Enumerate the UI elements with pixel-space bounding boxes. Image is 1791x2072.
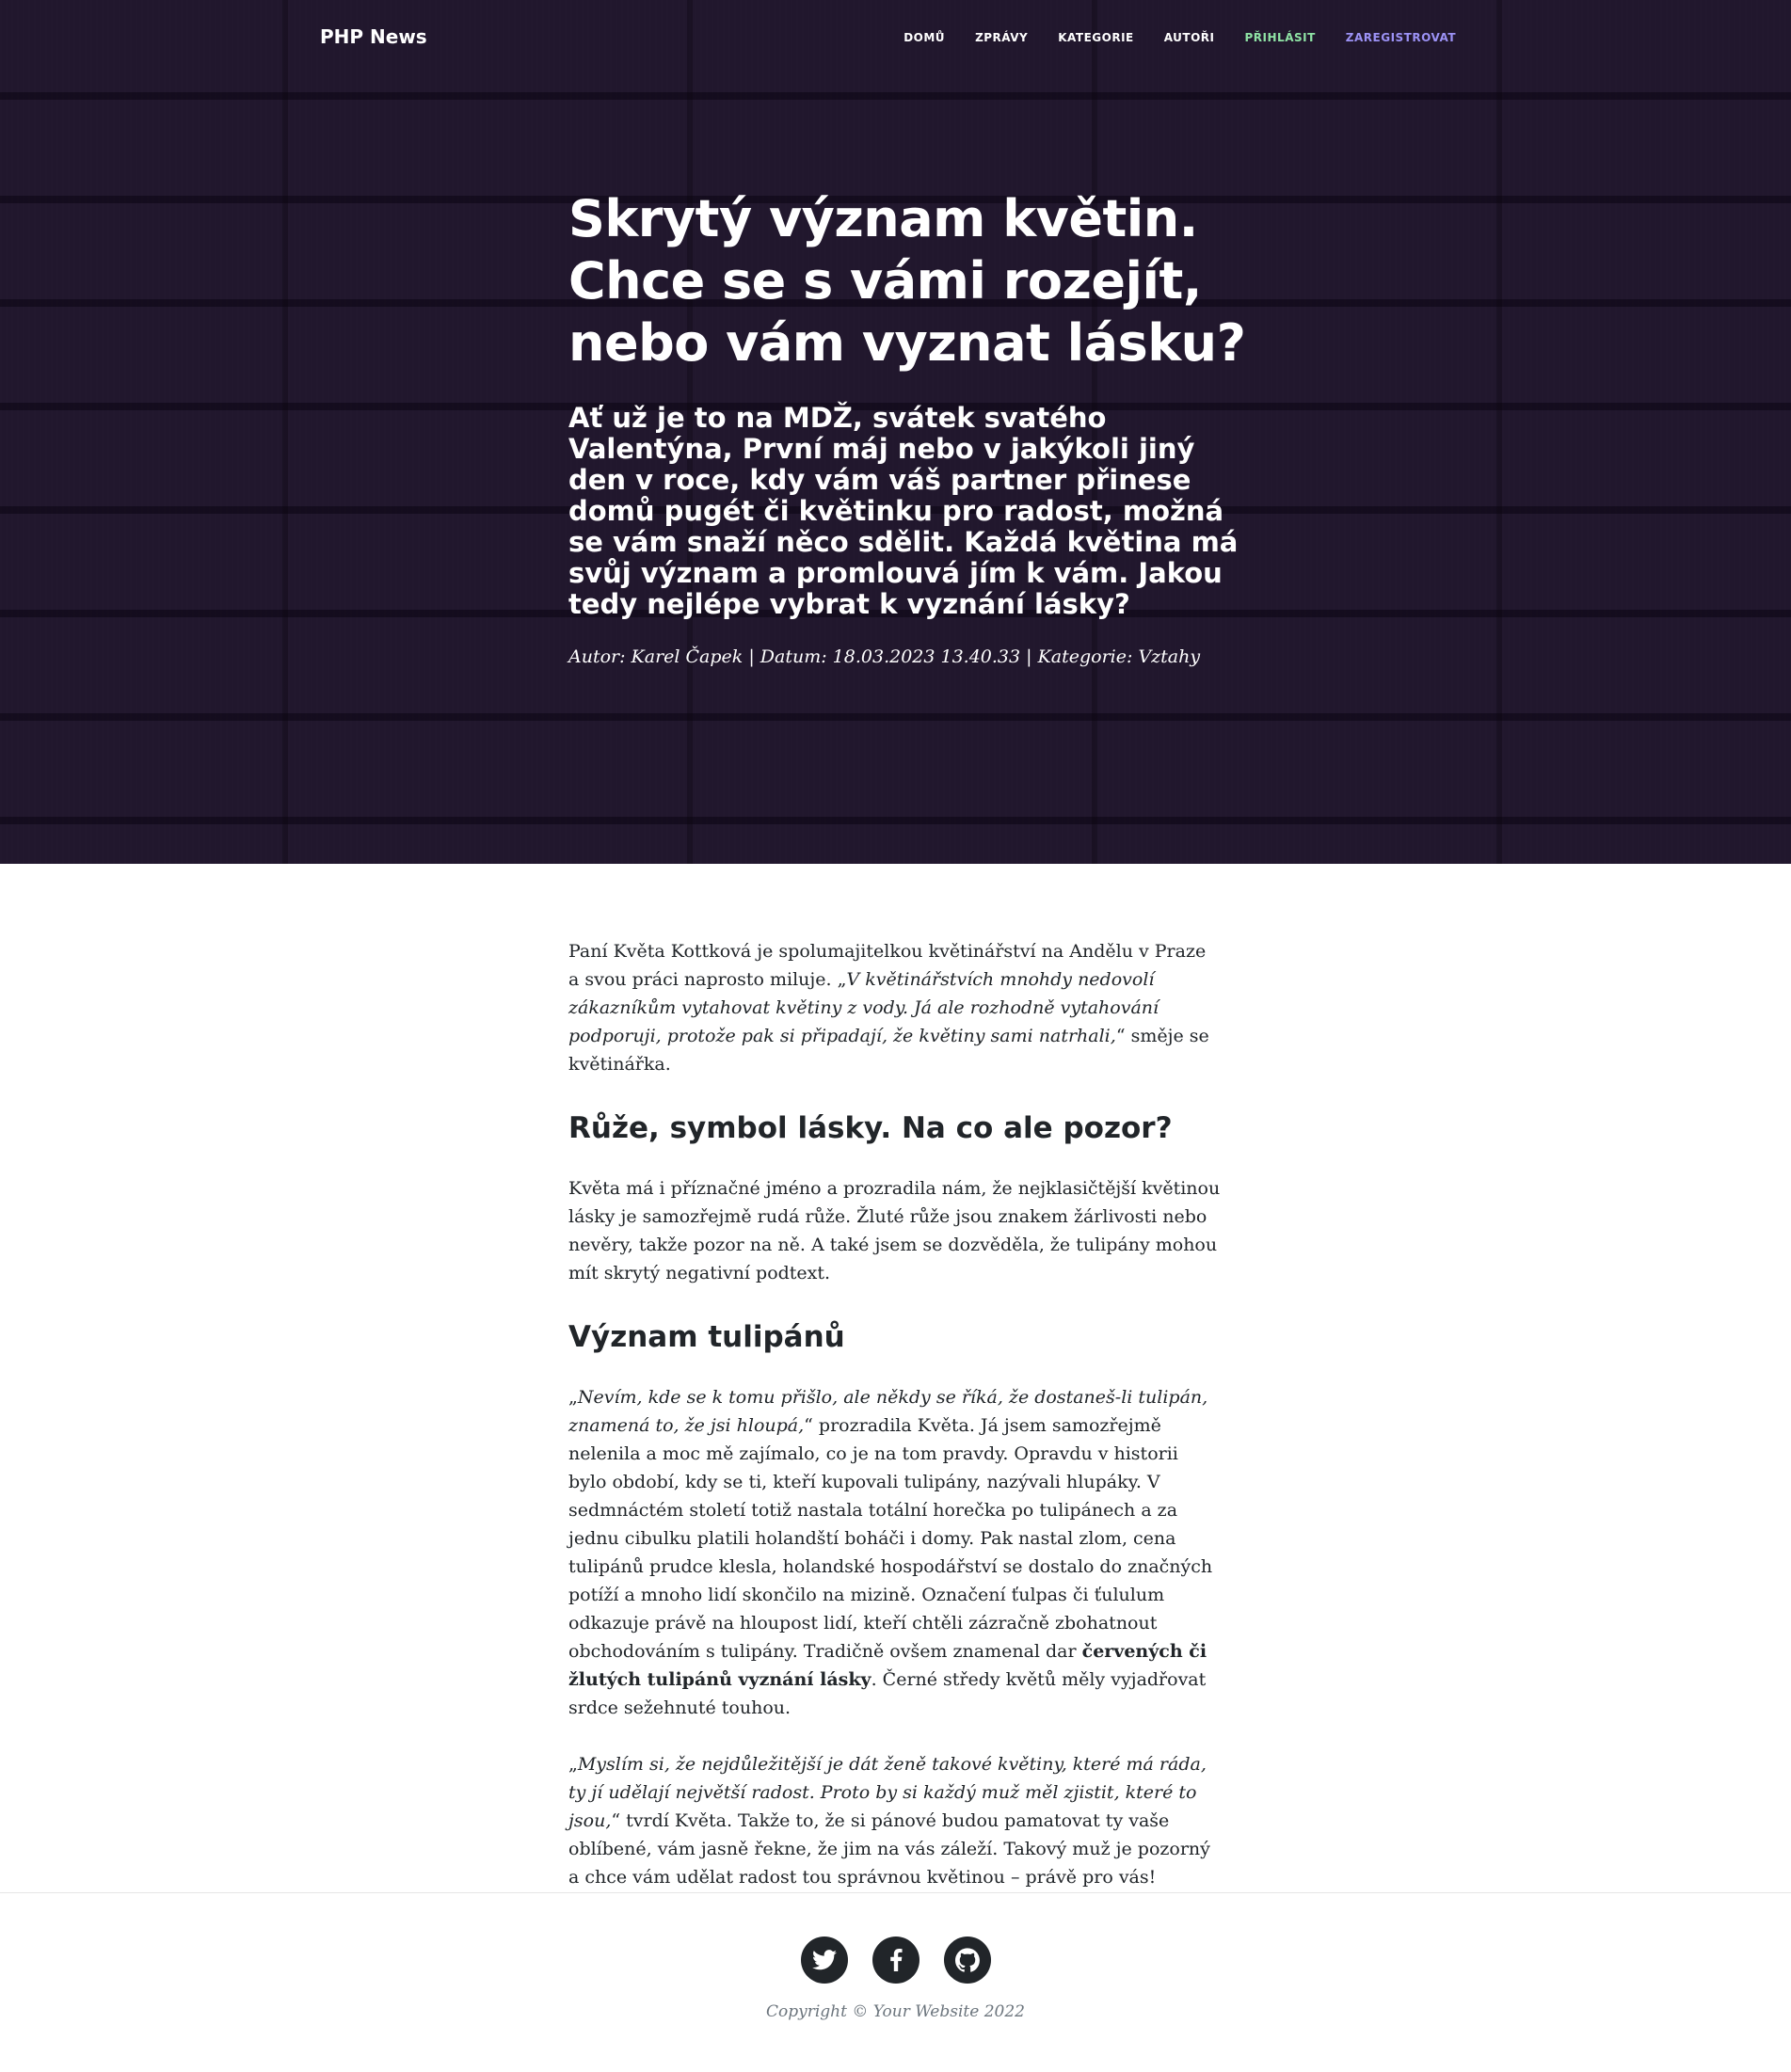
social-links	[0, 1937, 1791, 1984]
footer: Copyright © Your Website 2022	[0, 1892, 1791, 2072]
github-icon[interactable]	[943, 1937, 991, 1984]
paragraph-text: “ tvrdí Květa. Takže to, že si pánové bu…	[568, 1810, 1210, 1888]
post-meta: Autor: Karel Čapek | Datum: 18.03.2023 1…	[568, 646, 1201, 667]
section-heading-roses: Růže, symbol lásky. Na co ale pozor?	[568, 1111, 1173, 1145]
paragraph-text: „	[568, 1754, 578, 1775]
post-title: Skrytý význam květin. Chce se s vámi roz…	[568, 189, 1246, 373]
main-nav: PHP News DOMŮ ZPRÁVY KATEGORIE AUTOŘI PŘ…	[0, 0, 1791, 77]
article-body: Paní Květa Kottková je spolumajitelkou k…	[568, 937, 1222, 1920]
nav-links: DOMŮ ZPRÁVY KATEGORIE AUTOŘI PŘIHLÁSIT Z…	[903, 31, 1456, 44]
article-paragraph: Květa má i příznačné jméno a prozradila …	[568, 1178, 1221, 1283]
nav-link-home[interactable]: DOMŮ	[903, 31, 945, 44]
article-paragraph: „Myslím si, že nejdůležitější je dát žen…	[568, 1750, 1222, 1891]
post-heading: Skrytý význam květin. Chce se s vámi roz…	[568, 188, 1246, 667]
nav-link-news[interactable]: ZPRÁVY	[975, 31, 1028, 44]
nav-link-categories[interactable]: KATEGORIE	[1058, 31, 1134, 44]
section-heading-tulips: Význam tulipánů	[568, 1320, 845, 1354]
nav-link-register[interactable]: ZAREGISTROVAT	[1346, 31, 1456, 44]
masthead: PHP News DOMŮ ZPRÁVY KATEGORIE AUTOŘI PŘ…	[0, 0, 1791, 864]
article-paragraph: „Nevím, kde se k tomu přišlo, ale někdy …	[568, 1383, 1222, 1722]
article-paragraph: Paní Květa Kottková je spolumajitelkou k…	[568, 937, 1222, 1078]
paragraph-text: „	[568, 1387, 578, 1408]
copyright: Copyright © Your Website 2022	[766, 2002, 1025, 2021]
nav-link-login[interactable]: PŘIHLÁSIT	[1245, 31, 1316, 44]
brand-link[interactable]: PHP News	[320, 25, 427, 48]
facebook-icon[interactable]	[872, 1937, 919, 1984]
post-subtitle: Ať už je to na MDŽ, svátek svatého Valen…	[568, 402, 1239, 620]
nav-link-authors[interactable]: AUTOŘI	[1164, 31, 1215, 44]
twitter-icon[interactable]	[800, 1937, 848, 1984]
paragraph-text: “ prozradila Květa. Já jsem samozřejmě n…	[568, 1415, 1213, 1662]
